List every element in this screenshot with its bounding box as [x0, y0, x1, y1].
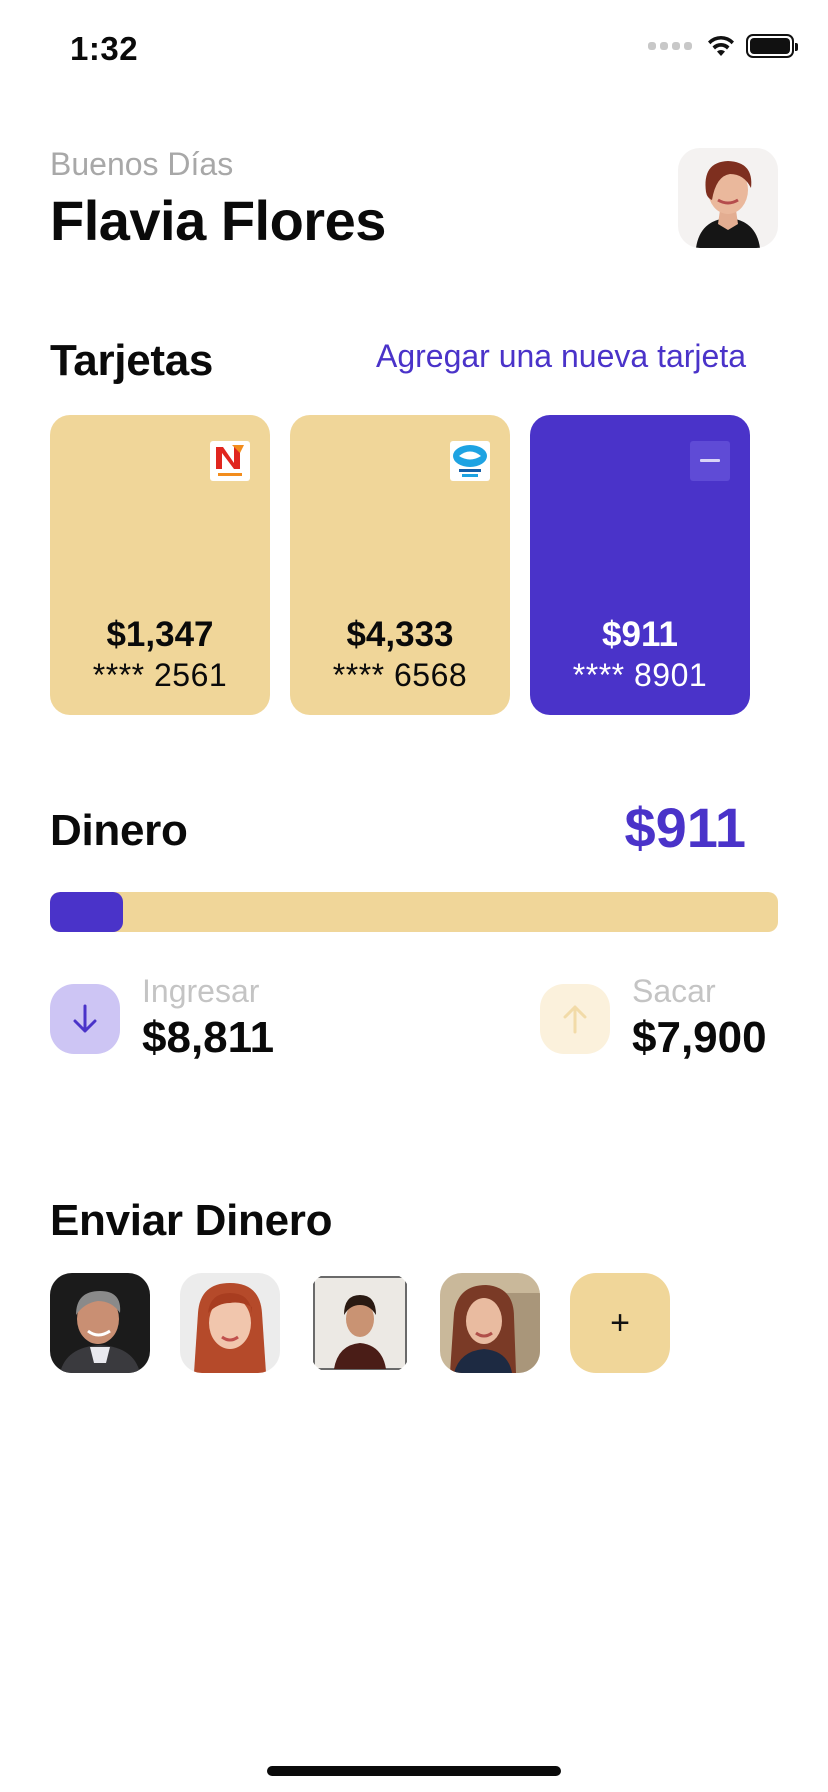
- cards-section-title: Tarjetas: [50, 336, 214, 385]
- expense-summary[interactable]: Sacar $7,900: [540, 972, 767, 1066]
- send-money-title: Enviar Dinero: [50, 1196, 333, 1245]
- arrow-up-icon[interactable]: [540, 984, 610, 1054]
- naranja-logo-icon: [210, 441, 250, 481]
- card-number: **** 2561: [92, 657, 228, 693]
- income-label: Ingresar: [142, 973, 260, 1009]
- expense-value: $7,900: [632, 1013, 767, 1062]
- income-summary[interactable]: Ingresar $8,811: [50, 972, 274, 1066]
- home-screen: 1:32 Buenos Días Flavia Flores Tarjetas …: [0, 0, 828, 1792]
- card-number: **** 6568: [332, 657, 468, 693]
- contact-avatar[interactable]: [310, 1273, 410, 1373]
- add-card-link[interactable]: Agregar una nueva tarjeta: [376, 338, 746, 375]
- money-progress-bar: [50, 892, 778, 932]
- card-balance: $911: [602, 615, 678, 654]
- home-indicator[interactable]: [267, 1766, 561, 1776]
- user-name: Flavia Flores: [50, 189, 386, 252]
- profile-avatar[interactable]: [678, 148, 778, 248]
- mercado-pago-logo-icon: [450, 441, 490, 481]
- arrow-down-icon[interactable]: [50, 984, 120, 1054]
- money-total: $911: [624, 796, 747, 859]
- status-icons: [648, 34, 798, 58]
- bank-logo-icon: [690, 441, 730, 481]
- cards-carousel[interactable]: $1,347 **** 2561 $4,333 **** 6568 $911 *…: [50, 415, 750, 715]
- cellular-signal-icon: [648, 42, 692, 50]
- expense-label: Sacar: [632, 973, 716, 1009]
- card-bank[interactable]: $911 **** 8901: [530, 415, 750, 715]
- contacts-list: +: [50, 1273, 670, 1373]
- battery-icon: [746, 34, 798, 58]
- card-naranja[interactable]: $1,347 **** 2561: [50, 415, 270, 715]
- card-mercado-pago[interactable]: $4,333 **** 6568: [290, 415, 510, 715]
- status-time: 1:32: [70, 30, 139, 67]
- greeting-text: Buenos Días: [50, 146, 234, 182]
- income-value: $8,811: [142, 1013, 275, 1062]
- money-progress-fill: [50, 892, 123, 932]
- contact-avatar[interactable]: [440, 1273, 540, 1373]
- add-contact-button[interactable]: +: [570, 1273, 670, 1373]
- contact-avatar[interactable]: [180, 1273, 280, 1373]
- card-balance: $1,347: [106, 615, 214, 654]
- card-number: **** 8901: [572, 657, 708, 693]
- money-section-title: Dinero: [50, 806, 188, 855]
- card-balance: $4,333: [346, 615, 454, 654]
- wifi-icon: [708, 35, 734, 56]
- contact-avatar[interactable]: [50, 1273, 150, 1373]
